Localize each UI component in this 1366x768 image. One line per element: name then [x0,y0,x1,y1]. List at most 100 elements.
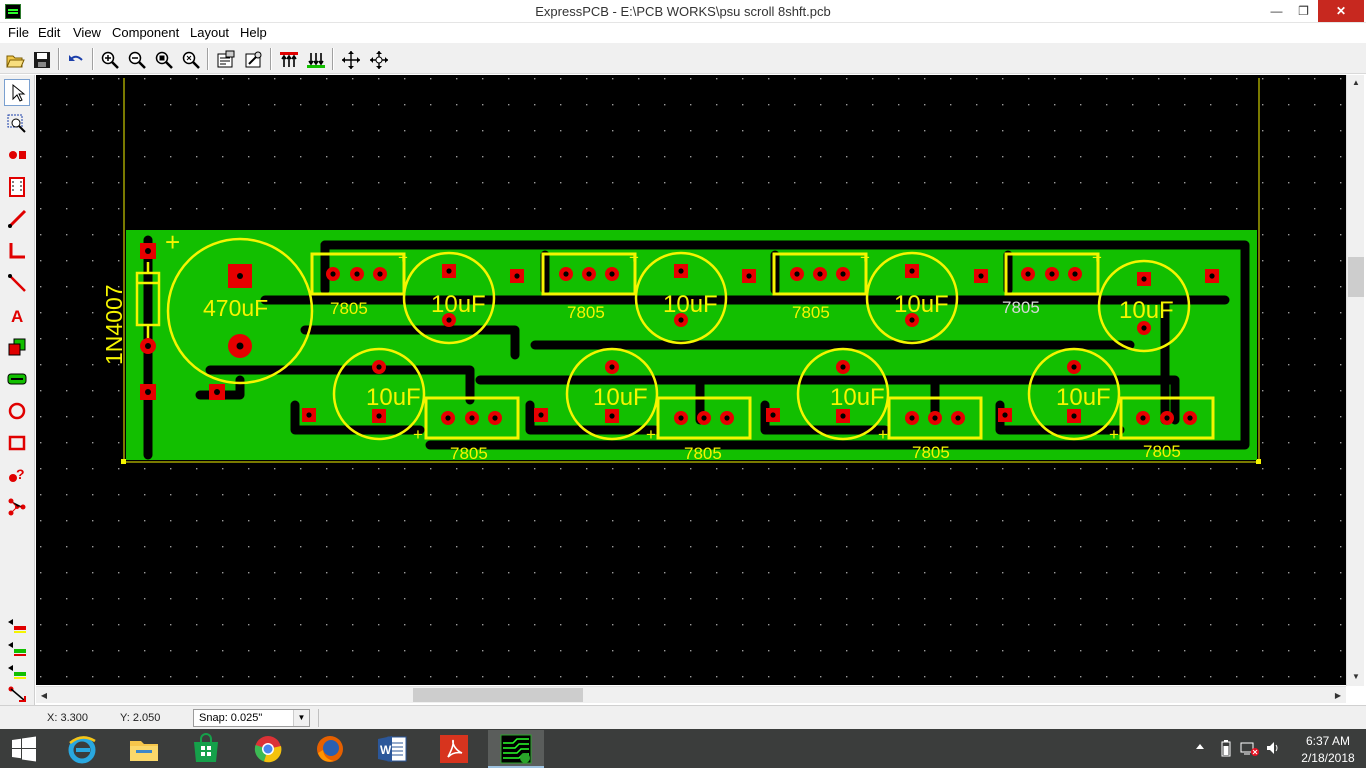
regulator-label: 7805 [567,303,605,322]
ground-plane-icon [7,373,27,385]
clock-time[interactable]: 6:37 AM [1298,734,1358,748]
wire-tool-button[interactable] [4,270,30,297]
drill-hole [446,317,452,323]
pad[interactable] [742,269,756,283]
pad[interactable] [534,408,548,422]
net-tool-button[interactable] [4,494,30,521]
taskbar-store[interactable] [178,730,234,768]
horizontal-scrollbar[interactable]: ◀ ▶ [36,686,1346,703]
polarity-plus: + [398,248,408,267]
zoom-fit-button[interactable] [178,47,202,71]
rectangle-tool-button[interactable] [4,430,30,457]
close-button[interactable]: ✕ [1318,0,1364,22]
menu-edit[interactable]: Edit [38,25,60,40]
horizontal-scroll-thumb[interactable] [413,688,583,702]
menu-bar: File Edit View Component Layout Help [0,23,1366,43]
pad[interactable] [974,269,988,283]
tray-overflow-icon[interactable] [1195,741,1205,751]
drill-hole [909,317,915,323]
component-props-icon [245,51,262,68]
drill-hole [955,415,961,421]
status-bar: X: 3.300 Y: 2.050 Snap: 0.025" ▼ [0,705,1366,729]
layer-silk-icon [8,665,26,679]
save-button[interactable] [29,47,53,71]
open-button[interactable] [2,47,26,71]
pad[interactable] [766,408,780,422]
text-tool-button[interactable]: A [4,302,30,329]
vertical-scrollbar[interactable]: ▲ ▼ [1346,75,1364,686]
zoom-window-button[interactable] [151,47,175,71]
drill-hole [1002,412,1008,418]
filled-rect-tool-button[interactable] [4,334,30,361]
drill-hole [563,271,569,277]
taskbar-word[interactable]: W [364,730,420,768]
pad[interactable] [510,269,524,283]
component-props-button[interactable] [241,47,265,71]
menu-help[interactable]: Help [240,25,267,40]
title-bar: ExpressPCB - E:\PCB WORKS\psu scroll 8sh… [0,0,1366,23]
volume-icon[interactable] [1266,740,1280,756]
select-tool-button[interactable] [4,79,30,106]
start-icon [12,736,36,762]
corner-tool-button[interactable] [4,238,30,265]
start-button[interactable] [0,730,48,768]
taskbar-expresspcb[interactable] [488,730,544,768]
chrome-icon [254,736,282,763]
battery-icon[interactable] [1220,740,1232,757]
diode-label: 1N4007 [101,284,127,365]
polarity-plus: + [165,227,180,257]
scroll-down-arrow-icon[interactable]: ▼ [1347,669,1365,685]
drill-hole [586,271,592,277]
vertical-scroll-thumb[interactable] [1348,257,1364,297]
snap-dropdown[interactable]: Snap: 0.025" ▼ [193,709,310,727]
move-button[interactable] [338,47,362,71]
clock-date[interactable]: 2/18/2018 [1298,751,1358,765]
drill-hole [1164,415,1170,421]
taskbar-acrobat[interactable] [426,730,482,768]
scroll-up-arrow-icon[interactable]: ▲ [1347,75,1365,91]
taskbar-chrome[interactable] [240,730,296,768]
corner-icon [9,243,25,259]
regulator-label: 7805 [792,303,830,322]
polarity-plus: + [629,248,639,267]
taskbar-internet-explorer[interactable] [54,730,110,768]
circle-tool-button[interactable] [4,398,30,425]
minimize-button[interactable]: — [1263,0,1290,22]
pad-icon [9,151,26,159]
pcb-canvas[interactable]: 1N4007 + 470uF 7805 +7805 +7805 +7805 +10uF 1… [36,75,1346,685]
drill-hole [909,415,915,421]
zoom-in-button[interactable] [97,47,121,71]
menu-view[interactable]: View [73,25,101,40]
internet-explorer-icon [68,736,96,764]
rotate-button[interactable] [366,47,390,71]
top-layer-button[interactable] [276,47,300,71]
component-tool-button[interactable] [4,174,30,201]
pad[interactable] [998,408,1012,422]
scroll-left-arrow-icon[interactable]: ◀ [36,687,52,704]
network-icon[interactable] [1240,739,1260,757]
zoom-select-tool-button[interactable] [4,111,30,138]
drill-hole [145,248,151,254]
regulator-label: 7805 [1143,442,1181,461]
drill-hole [909,268,915,274]
menu-layout[interactable]: Layout [190,25,229,40]
pad[interactable] [302,408,316,422]
restore-button[interactable]: ❐ [1290,0,1317,22]
properties-button[interactable] [213,47,237,71]
menu-component[interactable]: Component [112,25,179,40]
menu-file[interactable]: File [8,25,29,40]
pad[interactable] [1205,269,1219,283]
open-icon [6,55,25,68]
scroll-right-arrow-icon[interactable]: ▶ [1330,687,1346,704]
query-tool-button[interactable]: ? [4,462,30,489]
bottom-layer-button[interactable] [303,47,327,71]
trace-tool-button[interactable] [4,206,30,233]
zoom-out-button[interactable] [124,47,148,71]
taskbar-file-explorer[interactable] [116,730,172,768]
undo-button[interactable] [63,47,87,71]
ground-plane-tool-button[interactable] [4,366,30,393]
pad-tool-button[interactable] [4,142,30,169]
chevron-down-icon[interactable]: ▼ [293,710,309,726]
taskbar-firefox[interactable] [302,730,358,768]
drill-hole [840,271,846,277]
